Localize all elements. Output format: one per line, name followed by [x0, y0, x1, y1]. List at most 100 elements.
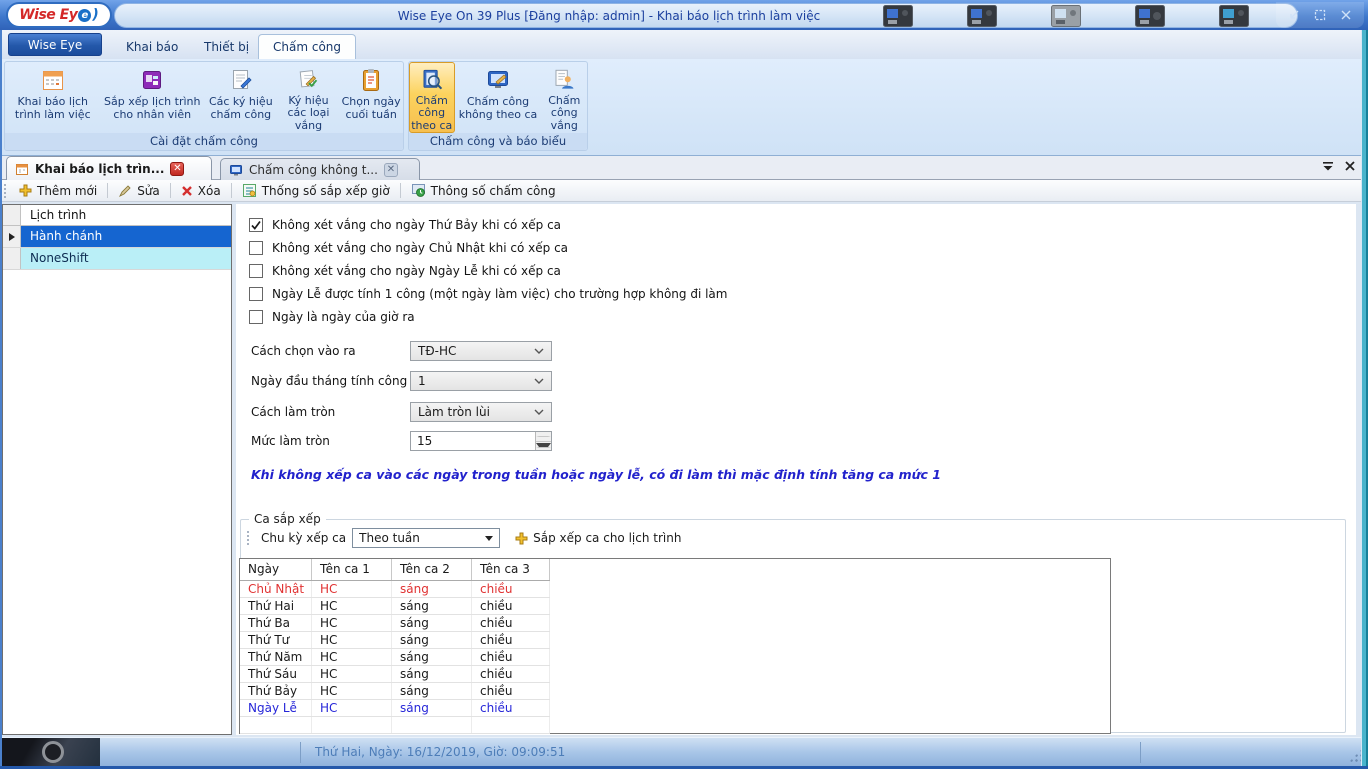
table-row[interactable]: Thứ Tư HC sáng chiều [240, 632, 550, 649]
checkbox-row-thu-bay[interactable]: Không xét vắng cho ngày Thứ Bảy khi có x… [249, 217, 561, 233]
rounding-level-spinner[interactable]: 15 [410, 431, 552, 451]
in-out-mode-select[interactable]: TĐ-HC [410, 341, 552, 361]
calendar-icon [40, 67, 66, 93]
column-header-ten-ca-3[interactable]: Tên ca 3 [472, 559, 550, 580]
cell-day[interactable]: Ngày Lễ [240, 700, 312, 716]
cell-ca1[interactable]: HC [312, 632, 392, 648]
spinner-down-icon[interactable] [536, 442, 551, 451]
cell-day[interactable]: Thứ Hai [240, 598, 312, 614]
tab-list-dropdown-icon[interactable] [1322, 160, 1334, 172]
cell-ca2[interactable]: sáng [392, 666, 472, 682]
cell-ca2[interactable]: sáng [392, 700, 472, 716]
checkbox-unchecked-icon[interactable] [249, 264, 263, 278]
table-row[interactable]: Thứ Hai HC sáng chiều [240, 598, 550, 615]
edit-button[interactable]: Sửa [111, 181, 167, 201]
column-header-ngay[interactable]: Ngày [240, 559, 312, 580]
cell-ca2[interactable]: sáng [392, 632, 472, 648]
checkbox-unchecked-icon[interactable] [249, 310, 263, 324]
cell-day[interactable]: Thứ Năm [240, 649, 312, 665]
close-tab-icon[interactable]: ✕ [384, 163, 398, 177]
cell-ca3[interactable]: chiều [472, 649, 550, 665]
checkbox-unchecked-icon[interactable] [249, 287, 263, 301]
month-start-day-select[interactable]: 1 [410, 371, 552, 391]
schedule-row-hanh-chanh[interactable]: Hành chánh [3, 226, 231, 248]
cell-ca3[interactable]: chiều [472, 615, 550, 631]
add-button[interactable]: Thêm mới [12, 181, 104, 201]
column-header-ten-ca-2[interactable]: Tên ca 2 [392, 559, 472, 580]
tab-khai-bao[interactable]: Khai báo [112, 35, 192, 59]
cell-ca2[interactable]: sáng [392, 683, 472, 699]
cell-ca2[interactable]: sáng [392, 615, 472, 631]
cell-empty [472, 717, 550, 733]
table-row[interactable]: Chủ Nhật HC sáng chiều [240, 581, 550, 598]
cell-day[interactable]: Chủ Nhật [240, 581, 312, 597]
cell-day[interactable]: Thứ Ba [240, 615, 312, 631]
cell-ca3[interactable]: chiều [472, 666, 550, 682]
table-row[interactable]: Thứ Năm HC sáng chiều [240, 649, 550, 666]
cell-ca3[interactable]: chiều [472, 632, 550, 648]
column-header-ten-ca-1[interactable]: Tên ca 1 [312, 559, 392, 580]
row-marker-column [3, 205, 21, 225]
close-tab-icon[interactable]: ✕ [170, 162, 184, 176]
cell-ca3[interactable]: chiều [472, 598, 550, 614]
cell-ca2[interactable]: sáng [392, 649, 472, 665]
cell-ca3[interactable]: chiều [472, 683, 550, 699]
btn-cham-cong-theo-ca[interactable]: Chấm công theo ca [409, 62, 455, 133]
table-row[interactable]: Ngày Lễ HC sáng chiều [240, 700, 550, 717]
cell-ca1[interactable]: HC [312, 649, 392, 665]
cell-ca1[interactable]: HC [312, 683, 392, 699]
toolbar-grip[interactable] [3, 183, 7, 199]
tab-thiet-bi[interactable]: Thiết bị [190, 35, 263, 59]
schedule-column-header[interactable]: Lịch trình [21, 205, 231, 225]
btn-sap-xep-lich-trinh[interactable]: Sắp xếp lịch trình cho nhân viên [101, 62, 204, 133]
rounding-mode-select[interactable]: Làm tròn lùi [410, 402, 552, 422]
toolbar-grip[interactable] [246, 530, 250, 546]
checkbox-row-ngay-le-tinh-cong[interactable]: Ngày Lễ được tính 1 công (một ngày làm v… [249, 286, 727, 302]
btn-cac-ky-hieu[interactable]: Các ký hiệu chấm công [204, 62, 278, 133]
cell-day[interactable]: Thứ Bảy [240, 683, 312, 699]
btn-cham-cong-khong-theo-ca[interactable]: Chấm công không theo ca [455, 62, 542, 133]
cell-ca3[interactable]: chiều [472, 581, 550, 597]
maximize-icon[interactable] [1310, 6, 1330, 24]
checkbox-row-chu-nhat[interactable]: Không xét vắng cho ngày Chủ Nhật khi có … [249, 240, 568, 256]
cell-ca1[interactable]: HC [312, 666, 392, 682]
schedule-row-noneshift[interactable]: NoneShift [3, 248, 231, 270]
cell-ca1[interactable]: HC [312, 700, 392, 716]
btn-ky-hieu-vang[interactable]: Ký hiệu các loại vắng [278, 62, 340, 133]
table-row-empty[interactable] [240, 717, 550, 734]
cell-ca2[interactable]: sáng [392, 598, 472, 614]
sort-time-settings-button[interactable]: Thống số sắp xếp giờ [235, 181, 397, 201]
doc-tab-khai-bao-lich-trinh[interactable]: Khai báo lịch trìn... ✕ [6, 156, 212, 180]
cell-ca2[interactable]: sáng [392, 581, 472, 597]
spinner-up-icon[interactable] [536, 432, 551, 442]
doc-tab-cham-cong-khong-theo-ca[interactable]: Chấm công không t... ✕ [220, 158, 420, 180]
close-icon[interactable] [1336, 6, 1356, 24]
cycle-combo[interactable]: Theo tuần [352, 528, 500, 548]
tab-cham-cong[interactable]: Chấm công [258, 34, 356, 59]
checkbox-row-ngay-le[interactable]: Không xét vắng cho ngày Ngày Lễ khi có x… [249, 263, 561, 279]
cell-day[interactable]: Thứ Sáu [240, 666, 312, 682]
checkbox-checked-icon[interactable] [249, 218, 263, 232]
table-row[interactable]: Thứ Bảy HC sáng chiều [240, 683, 550, 700]
attendance-params-button[interactable]: Thông số chấm công [404, 181, 563, 201]
checkbox-row-ngay-gio-ra[interactable]: Ngày là ngày của giờ ra [249, 309, 415, 325]
cell-ca3[interactable]: chiều [472, 700, 550, 716]
btn-cham-cong-vang[interactable]: Chấm công vắng [542, 62, 588, 133]
app-menu-button[interactable]: Wise Eye [8, 33, 102, 56]
schedule-row-label[interactable]: Hành chánh [21, 226, 231, 247]
checkbox-unchecked-icon[interactable] [249, 241, 263, 255]
cell-ca1[interactable]: HC [312, 615, 392, 631]
close-document-icon[interactable] [1344, 160, 1356, 172]
btn-chon-ngay-cuoi-tuan[interactable]: Chọn ngày cuối tuần [339, 62, 403, 133]
restore-icon[interactable] [1284, 6, 1304, 24]
schedule-row-label[interactable]: NoneShift [21, 248, 231, 269]
table-row[interactable]: Thứ Sáu HC sáng chiều [240, 666, 550, 683]
attendance-params-label: Thông số chấm công [431, 184, 556, 198]
cell-day[interactable]: Thứ Tư [240, 632, 312, 648]
btn-khai-bao-lich-trinh[interactable]: Khai báo lịch trình làm việc [5, 62, 101, 133]
delete-button[interactable]: Xóa [174, 181, 228, 201]
assign-shift-button[interactable]: Sắp xếp ca cho lịch trình [508, 528, 688, 548]
table-row[interactable]: Thứ Ba HC sáng chiều [240, 615, 550, 632]
cell-ca1[interactable]: HC [312, 598, 392, 614]
cell-ca1[interactable]: HC [312, 581, 392, 597]
